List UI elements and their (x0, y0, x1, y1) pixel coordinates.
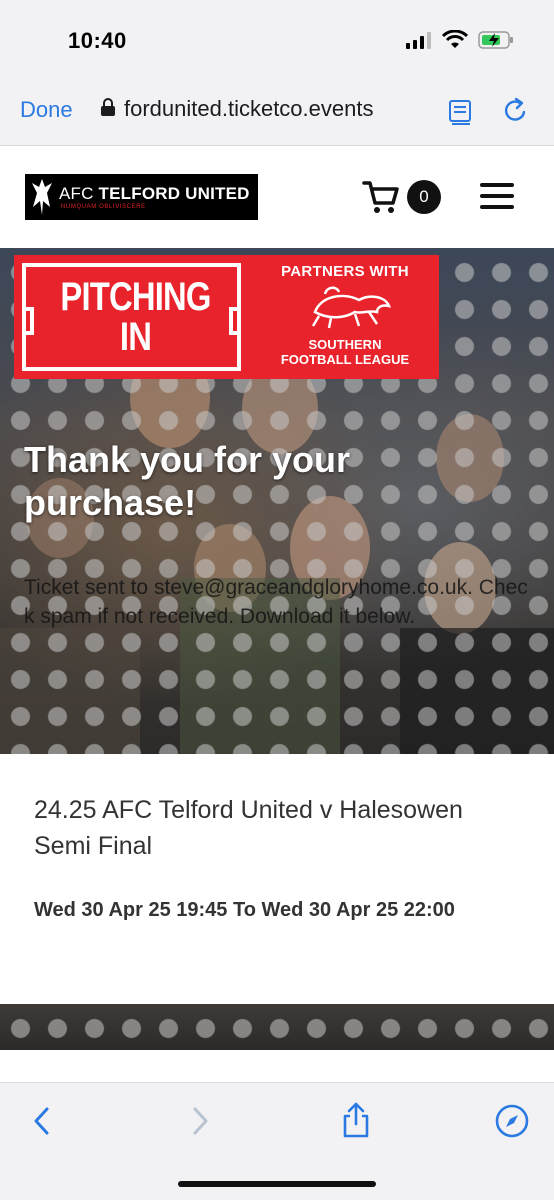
hamburger-menu-icon[interactable] (480, 183, 514, 216)
hero-section: PITCHING IN PARTNERS WITH SOUTHERN FOOTB… (0, 248, 554, 754)
url-field[interactable]: fordunited.ticketco.events (100, 96, 373, 122)
browser-address-bar: Done fordunited.ticketco.events (0, 80, 554, 146)
reader-mode-icon[interactable] (448, 98, 474, 131)
status-time: 10:40 (68, 28, 127, 53)
forward-icon[interactable] (188, 1105, 212, 1142)
pitching-in-banner: PITCHING IN PARTNERS WITH SOUTHERN FOOTB… (14, 255, 439, 379)
signal-icon (406, 31, 432, 54)
wifi-icon (441, 29, 469, 55)
league-name: SOUTHERN FOOTBALL LEAGUE (280, 337, 410, 367)
pitching-in-logo: PITCHING IN (22, 263, 241, 371)
footer-dot-pattern (0, 1004, 554, 1050)
back-icon[interactable] (30, 1105, 54, 1142)
event-date-range: Wed 30 Apr 25 19:45 To Wed 30 Apr 25 22:… (34, 899, 455, 921)
status-icons (406, 29, 514, 55)
reload-icon[interactable] (502, 96, 530, 131)
cart-icon (362, 181, 402, 221)
done-button[interactable]: Done (20, 97, 73, 123)
league-partner-block: PARTNERS WITH SOUTHERN FOOTBALL LEAGUE (254, 263, 436, 367)
lion-icon (254, 282, 436, 335)
share-icon[interactable] (340, 1101, 372, 1144)
site-header: AFC TELFORD UNITED NUMQUAM OBLIVISCERE 0 (0, 147, 554, 247)
club-emblem-icon (25, 174, 59, 220)
club-logo[interactable]: AFC TELFORD UNITED NUMQUAM OBLIVISCERE (25, 174, 258, 220)
logo-text: AFC TELFORD UNITED (59, 184, 250, 203)
thank-you-heading: Thank you for your purchase! (24, 439, 351, 523)
cart-count-badge[interactable]: 0 (407, 180, 441, 214)
ticket-sent-message: Ticket sent to steve@graceandgloryhome.c… (24, 576, 528, 628)
event-title: 24.25 AFC Telford United v Halesowen Sem… (34, 796, 463, 860)
pitching-in-text: PITCHING IN (60, 275, 211, 359)
logo-motto: NUMQUAM OBLIVISCERE (61, 204, 146, 210)
home-indicator (178, 1181, 376, 1187)
compass-icon[interactable] (494, 1103, 530, 1144)
partners-with-label: PARTNERS WITH (281, 263, 409, 280)
lock-icon (100, 97, 116, 122)
footer-crowd-image (0, 1004, 554, 1050)
url-text: fordunited.ticketco.events (124, 96, 374, 121)
status-bar: 10:40 (0, 0, 554, 80)
battery-charging-icon (478, 30, 514, 55)
event-details: 24.25 AFC Telford United v Halesowen Sem… (0, 754, 554, 1004)
cart-button[interactable] (362, 177, 402, 222)
